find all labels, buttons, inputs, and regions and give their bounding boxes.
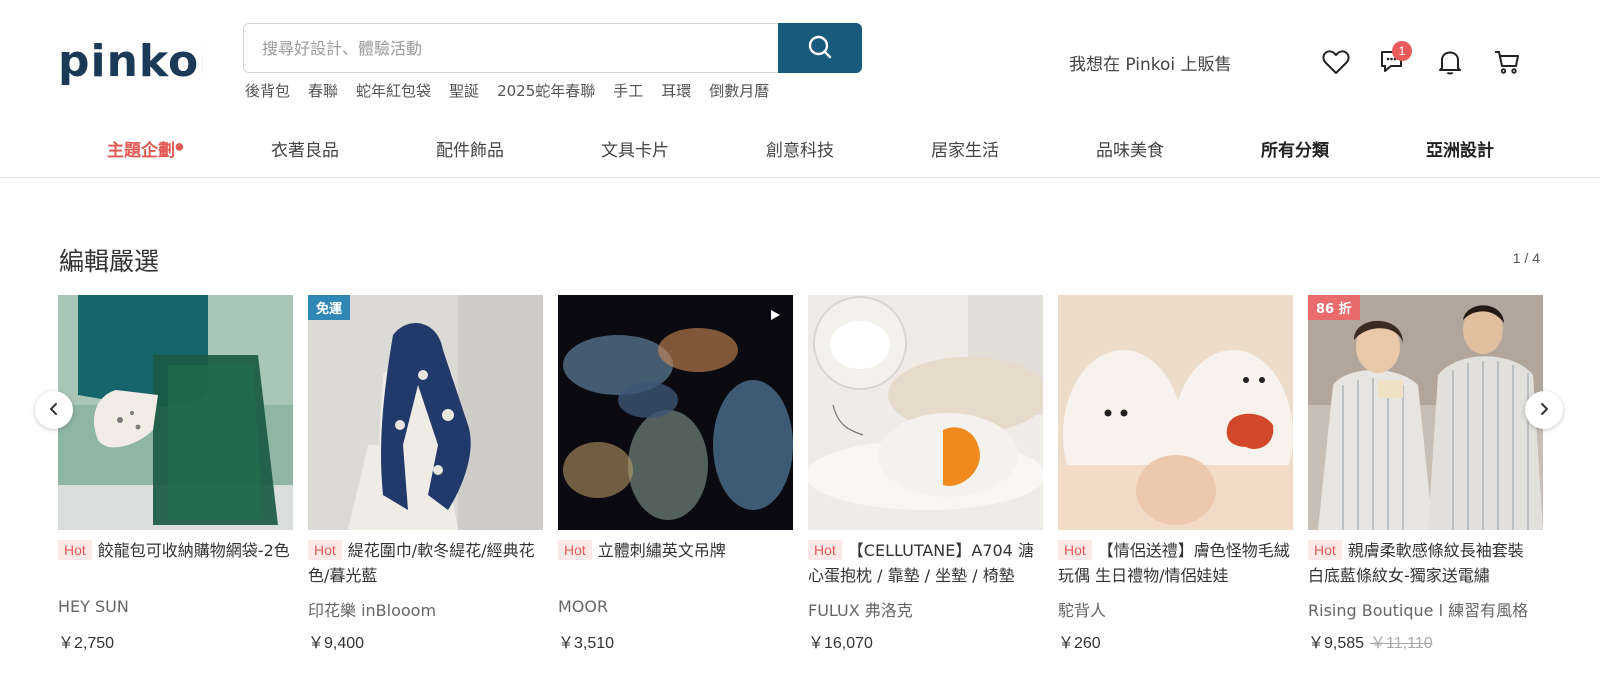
product-title[interactable]: Hot 緹花圍巾/軟冬緹花/經典花色/暮光藍 [308,538,543,590]
keyword-link[interactable]: 手工 [613,80,643,104]
product-card[interactable]: Hot 【情侶送禮】膚色怪物毛絨玩偶 生日禮物/情侶娃娃 駝背人 ￥260 [1058,295,1293,655]
carousel-next-button[interactable] [1525,391,1563,429]
search-input[interactable] [243,23,778,73]
hot-badge: Hot [808,540,842,560]
carousel-prev-button[interactable] [35,391,73,429]
product-title[interactable]: Hot 立體刺繡英文吊牌 [558,538,793,590]
pinkoi-logo[interactable]: pinkoi [58,36,214,88]
hot-badge: Hot [1308,540,1342,560]
keyword-link[interactable]: 蛇年紅包袋 [356,80,431,104]
product-image[interactable] [808,295,1043,530]
logo-text: pinkoi [58,38,203,87]
product-title[interactable]: Hot 餃龍包可收納購物網袋-2色 [58,538,293,590]
product-card[interactable]: Hot 餃龍包可收納購物網袋-2色 HEY SUN ￥2,750 [58,295,293,655]
keyword-link[interactable]: 2025蛇年春聯 [497,80,595,104]
keyword-link[interactable]: 後背包 [245,80,290,104]
product-price: ￥3,510 [558,635,615,652]
product-price: ￥16,070 [808,635,873,652]
product-image[interactable]: 86 折 [1308,295,1543,530]
shop-name[interactable]: 印花樂 inBlooom [308,597,543,621]
nav-item-home[interactable]: 居家生活 [931,136,999,161]
discount-tag: 86 折 [1308,295,1360,320]
nav-item-asia-design[interactable]: 亞洲設計 [1426,136,1494,161]
shop-name[interactable]: FULUX 弗洛克 [808,597,1043,621]
product-carousel: Hot 餃龍包可收納購物網袋-2色 HEY SUN ￥2,750 免運 Hot 緹花… [58,295,1543,655]
bell-icon[interactable] [1435,47,1465,77]
product-price: ￥2,750 [58,635,115,652]
sale-price: ￥9,585 [1308,635,1365,652]
shop-name[interactable]: 駝背人 [1058,597,1293,621]
product-title[interactable]: Hot 【CELLUTANE】A704 溏心蛋抱枕 / 靠墊 / 坐墊 / 椅墊 [808,538,1043,590]
nav-item-clothing[interactable]: 衣著良品 [271,136,339,161]
product-price: ￥9,585 ￥11,110 [1308,629,1433,653]
nav-item-food[interactable]: 品味美食 [1096,136,1164,161]
cart-icon[interactable] [1492,47,1522,77]
sell-on-pinkoi-link[interactable]: 我想在 Pinkoi 上販售 [1069,50,1232,75]
chat-icon[interactable]: 1 [1378,41,1412,77]
nav-item-featured[interactable]: 主題企劃● [107,136,184,161]
product-image[interactable] [58,295,293,530]
heart-icon[interactable] [1321,47,1351,77]
product-image[interactable] [1058,295,1293,530]
product-title[interactable]: Hot 親膚柔軟感條紋長袖套裝 白底藍條紋女-獨家送電繡 [1308,538,1543,590]
search-bar [243,23,862,73]
chevron-right-icon [1538,401,1550,420]
keyword-link[interactable]: 春聯 [308,80,338,104]
video-play-icon [769,309,781,321]
product-price: ￥9,400 [308,635,365,652]
carousel-pager: 1 / 4 [1512,250,1540,266]
shop-name[interactable]: MOOR [558,597,793,616]
nav-item-stationery[interactable]: 文具卡片 [601,136,669,161]
nav-item-accessories[interactable]: 配件飾品 [436,136,504,161]
product-card[interactable]: Hot 【CELLUTANE】A704 溏心蛋抱枕 / 靠墊 / 坐墊 / 椅墊 … [808,295,1043,655]
hot-badge: Hot [558,540,592,560]
keyword-link[interactable]: 耳環 [661,80,691,104]
product-card[interactable]: 86 折 Hot 親膚柔軟感條紋長袖套裝 白底藍條紋女-獨家送電繡 Rising … [1308,295,1543,655]
search-button[interactable] [778,23,862,73]
shop-name[interactable]: HEY SUN [58,597,293,616]
product-price: ￥260 [1058,635,1101,652]
category-nav: 主題企劃● 衣著良品 配件飾品 文具卡片 創意科技 居家生活 品味美食 所有分類… [0,130,1600,178]
hot-keywords: 後背包 春聯 蛇年紅包袋 聖誕 2025蛇年春聯 手工 耳環 倒數月曆 [245,80,787,104]
section-title: 編輯嚴選 [59,247,160,276]
free-shipping-tag: 免運 [308,295,351,320]
nav-item-tech[interactable]: 創意科技 [766,136,834,161]
hot-badge: Hot [308,540,342,560]
nav-item-all-categories[interactable]: 所有分類 [1261,136,1329,161]
original-price: ￥11,110 [1370,635,1433,652]
keyword-link[interactable]: 聖誕 [449,80,479,104]
chevron-left-icon [48,401,60,420]
header: pinkoi 後背包 春聯 蛇年紅包袋 聖誕 2025蛇年春聯 手工 耳環 倒數… [0,0,1600,118]
hot-badge: Hot [58,540,92,560]
product-card[interactable]: Hot 立體刺繡英文吊牌 MOOR ￥3,510 [558,295,793,655]
keyword-link[interactable]: 倒數月曆 [709,80,769,104]
shop-name[interactable]: Rising Boutique l 練習有風格 [1308,597,1543,621]
search-icon [807,34,833,63]
hot-badge: Hot [1058,540,1092,560]
product-image[interactable] [558,295,793,530]
product-image[interactable]: 免運 [308,295,543,530]
chat-badge: 1 [1392,41,1412,61]
product-card[interactable]: 免運 Hot 緹花圍巾/軟冬緹花/經典花色/暮光藍 印花樂 inBlooom ￥9… [308,295,543,655]
product-title[interactable]: Hot 【情侶送禮】膚色怪物毛絨玩偶 生日禮物/情侶娃娃 [1058,538,1293,590]
